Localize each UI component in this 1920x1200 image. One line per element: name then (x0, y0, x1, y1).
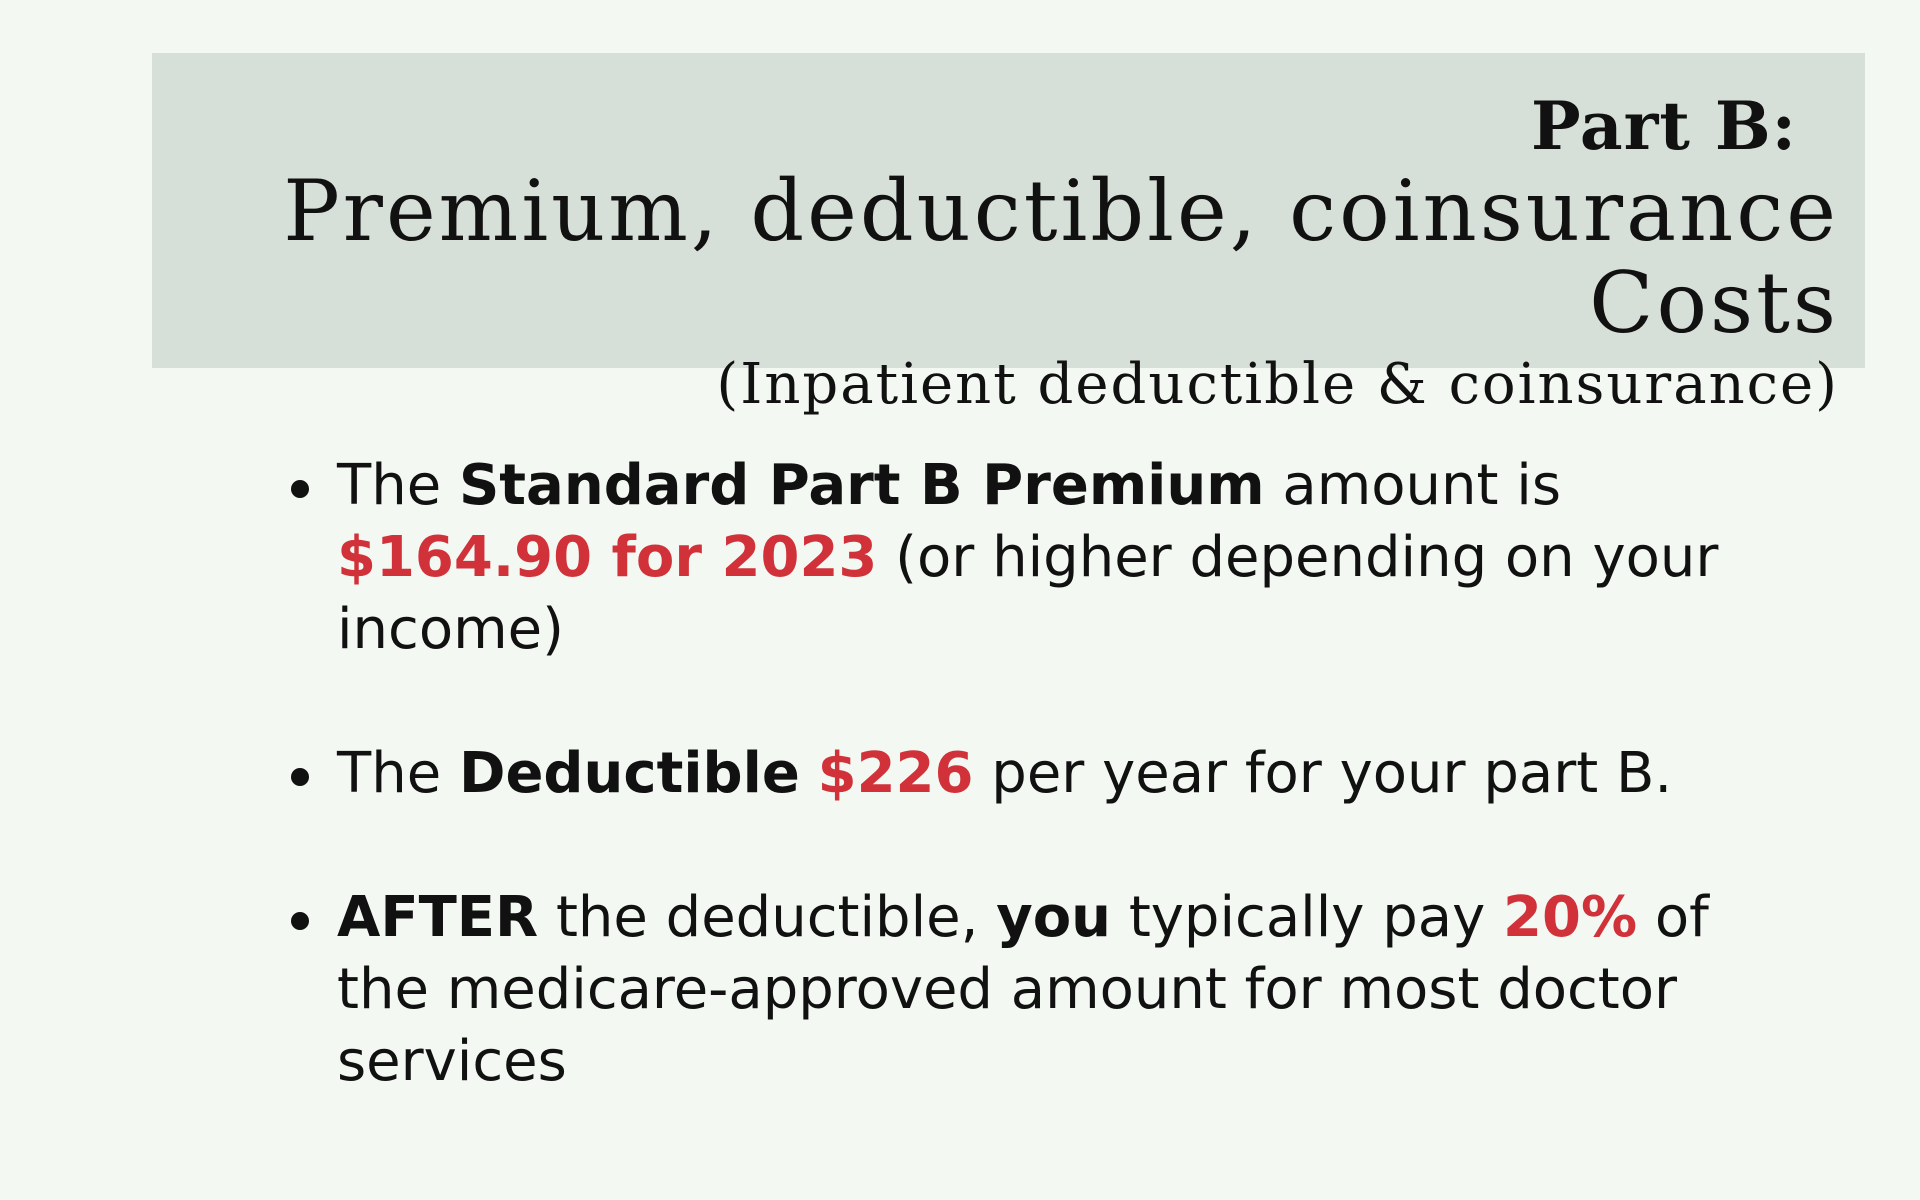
header-note: (Inpatient deductible & coinsurance) (716, 352, 1839, 417)
header-subtitle: Premium, deductible, coinsurance Costs (283, 162, 1839, 352)
bullet-item-deductible: The Deductible $226 per year for your pa… (285, 738, 1785, 810)
bullet-dot-icon (291, 912, 309, 930)
bullet-dot-icon (291, 768, 309, 786)
header-banner: Part B: Premium, deductible, coinsurance… (152, 53, 1865, 417)
bullet-segment: per year for your part B. (973, 741, 1673, 806)
bullet-segment (800, 741, 818, 806)
bullet-segment: amount is (1264, 453, 1561, 518)
bullet-segment: typically pay (1111, 885, 1504, 950)
bullet-segment-bold: Standard Part B Premium (458, 453, 1265, 518)
bullet-segment-highlight: $164.90 for 2023 (337, 525, 878, 590)
bullet-item-premium: The Standard Part B Premium amount is $1… (285, 450, 1785, 666)
bullet-text: AFTER the deductible, you typically pay … (337, 885, 1709, 1094)
bullet-segment-bold: you (996, 885, 1112, 950)
slide-page: Part B: Premium, deductible, coinsurance… (0, 0, 1920, 1200)
bullet-segment: The (337, 741, 459, 806)
bullet-dot-icon (291, 480, 309, 498)
bullet-item-coinsurance: AFTER the deductible, you typically pay … (285, 882, 1785, 1098)
header-title: Part B: (1530, 87, 1797, 165)
bullet-segment-bold: Deductible (458, 741, 800, 806)
bullet-text: The Deductible $226 per year for your pa… (337, 741, 1672, 806)
bullet-segment-bold: AFTER (337, 885, 539, 950)
bullet-segment-highlight: $226 (817, 741, 974, 806)
bullet-segment: the deductible, (538, 885, 997, 950)
bullet-segment: The (337, 453, 459, 518)
bullet-text: The Standard Part B Premium amount is $1… (337, 453, 1718, 662)
bullet-list: The Standard Part B Premium amount is $1… (285, 450, 1785, 1098)
bullet-segment-highlight: 20% (1503, 885, 1638, 950)
